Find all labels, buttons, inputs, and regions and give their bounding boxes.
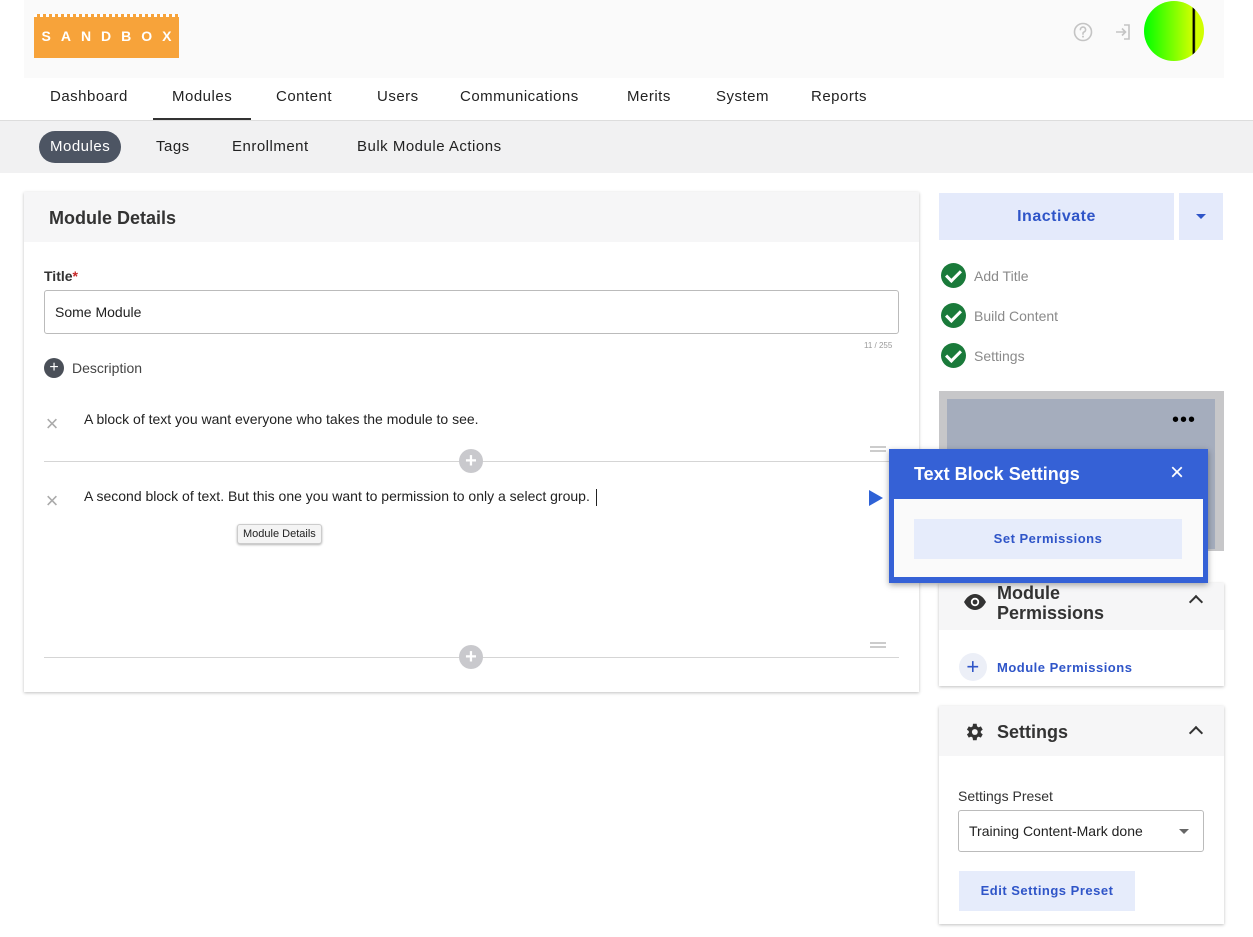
check-circle-icon (941, 263, 966, 288)
remove-block-icon[interactable]: × (42, 490, 62, 512)
settings-panel: Settings Settings Preset Training Conten… (939, 706, 1224, 924)
module-permissions-header[interactable]: Module Permissions (939, 583, 1224, 630)
required-mark: * (72, 268, 78, 284)
text-block-settings-popup: Text Block Settings × Set Permissions (889, 449, 1208, 583)
main-nav: Dashboard Modules Content Users Communic… (0, 78, 1253, 121)
text-block-2[interactable]: A second block of text. But this one you… (84, 488, 597, 506)
nav-content[interactable]: Content (276, 78, 332, 120)
settings-header[interactable]: Settings (939, 706, 1224, 756)
edit-settings-preset-button[interactable]: Edit Settings Preset (959, 871, 1135, 911)
settings-preset-label: Settings Preset (958, 788, 1053, 804)
chevron-up-icon[interactable] (1188, 594, 1204, 610)
nav-system[interactable]: System (716, 78, 769, 120)
plus-icon: + (959, 653, 987, 681)
nav-modules[interactable]: Modules (153, 78, 252, 120)
char-counter: 11 / 255 (864, 341, 893, 350)
title-input[interactable] (44, 290, 899, 334)
nav-users[interactable]: Users (377, 78, 419, 120)
nav-communications[interactable]: Communications (460, 78, 579, 120)
module-details-card: Module Details Title* 11 / 255 + Descrip… (24, 192, 919, 692)
step-settings: Settings (941, 343, 1025, 368)
top-header: SANDBOX (24, 0, 1224, 78)
drag-handle-icon[interactable] (870, 642, 886, 648)
step-add-title: Add Title (941, 263, 1028, 288)
subnav-enrollment[interactable]: Enrollment (221, 131, 320, 163)
settings-title: Settings (997, 722, 1069, 742)
actions-dropdown-button[interactable] (1179, 193, 1223, 240)
check-circle-icon (941, 343, 966, 368)
drag-handle-icon[interactable] (870, 446, 886, 452)
card-heading: Module Details (24, 192, 919, 242)
more-options-icon[interactable]: ••• (1172, 409, 1196, 432)
add-module-permissions[interactable]: + Module Permissions (959, 653, 1132, 681)
nav-merits[interactable]: Merits (627, 78, 671, 120)
close-icon[interactable]: × (1170, 461, 1184, 485)
popup-title: Text Block Settings (914, 464, 1080, 484)
module-permissions-title: Module Permissions (997, 583, 1105, 623)
user-avatar[interactable] (1144, 1, 1204, 61)
set-permissions-button[interactable]: Set Permissions (914, 519, 1182, 559)
text-block-1[interactable]: A block of text you want everyone who ta… (84, 411, 479, 427)
tooltip: Module Details (237, 524, 322, 544)
gear-icon (963, 721, 985, 748)
text-cursor (595, 488, 597, 506)
play-arrow-icon[interactable] (869, 490, 883, 506)
remove-block-icon[interactable]: × (42, 413, 62, 435)
popup-body: Set Permissions (894, 499, 1203, 577)
sign-out-icon[interactable] (1113, 22, 1133, 42)
nav-dashboard[interactable]: Dashboard (50, 78, 128, 120)
eye-icon (963, 593, 987, 616)
inactivate-button[interactable]: Inactivate (939, 193, 1174, 240)
sandbox-logo[interactable]: SANDBOX (34, 14, 179, 58)
plus-circle-icon: + (44, 358, 64, 378)
nav-reports[interactable]: Reports (811, 78, 867, 120)
description-label: Description (72, 360, 143, 376)
title-label: Title* (44, 268, 78, 284)
check-circle-icon (941, 303, 966, 328)
step-build-content: Build Content (941, 303, 1058, 328)
chevron-up-icon[interactable] (1188, 725, 1204, 741)
subnav-modules[interactable]: Modules (39, 131, 122, 163)
settings-preset-select[interactable]: Training Content-Mark done (958, 810, 1204, 852)
sub-nav: Modules Tags Enrollment Bulk Module Acti… (0, 121, 1253, 173)
add-block-icon[interactable]: + (459, 645, 483, 669)
add-block-icon[interactable]: + (459, 449, 483, 473)
module-permissions-panel: Module Permissions + Module Permissions (939, 583, 1224, 686)
add-description[interactable]: + Description (44, 358, 142, 378)
help-circle-icon[interactable] (1073, 22, 1093, 42)
subnav-tags[interactable]: Tags (145, 131, 201, 163)
subnav-bulk-module-actions[interactable]: Bulk Module Actions (346, 131, 513, 163)
module-permissions-link: Module Permissions (997, 659, 1133, 675)
